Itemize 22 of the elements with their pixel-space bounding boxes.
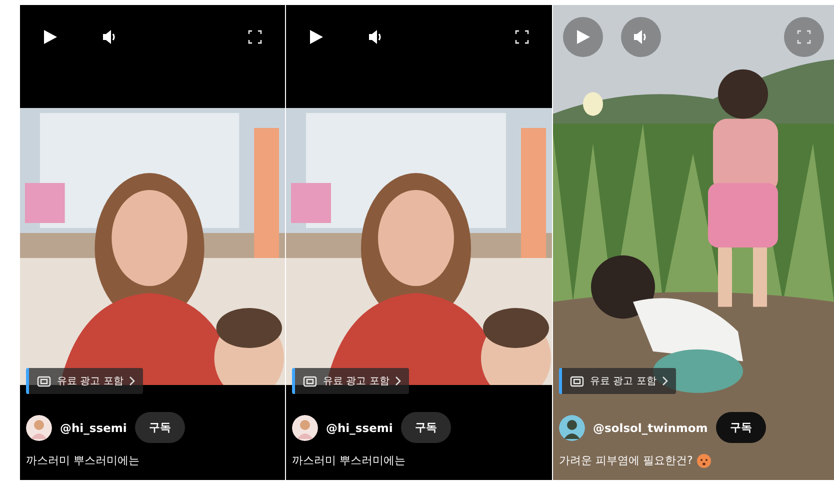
fullscreen-icon: [515, 30, 529, 44]
chevron-icon: [395, 376, 402, 386]
paid-promotion-badge[interactable]: 유료 광고 포함: [292, 368, 410, 394]
play-icon: [310, 30, 322, 44]
fullscreen-icon: [248, 30, 262, 44]
badge-label: 유료 광고 포함: [323, 375, 390, 388]
subscribe-button[interactable]: 구독: [400, 412, 451, 443]
ticket-icon: [303, 375, 317, 387]
play-icon: [44, 30, 56, 44]
channel-name[interactable]: @hi_ssemi: [326, 420, 393, 434]
volume-icon: [103, 30, 117, 44]
channel-name[interactable]: @hi_ssemi: [60, 420, 127, 434]
paid-promotion-badge[interactable]: 유료 광고 포함: [26, 368, 144, 394]
avatar-icon[interactable]: [292, 414, 318, 440]
video-description[interactable]: 까스러미 뿌스러미에는: [292, 453, 406, 468]
subscribe-button[interactable]: 구독: [134, 412, 185, 443]
chevron-icon: [129, 376, 136, 386]
video-description[interactable]: 까스러미 뿌스러미에는: [26, 453, 140, 468]
badge-label: 유료 광고 포함: [57, 375, 124, 388]
ticket-icon: [37, 375, 51, 387]
volume-icon: [369, 30, 383, 44]
avatar-icon[interactable]: [26, 414, 52, 440]
